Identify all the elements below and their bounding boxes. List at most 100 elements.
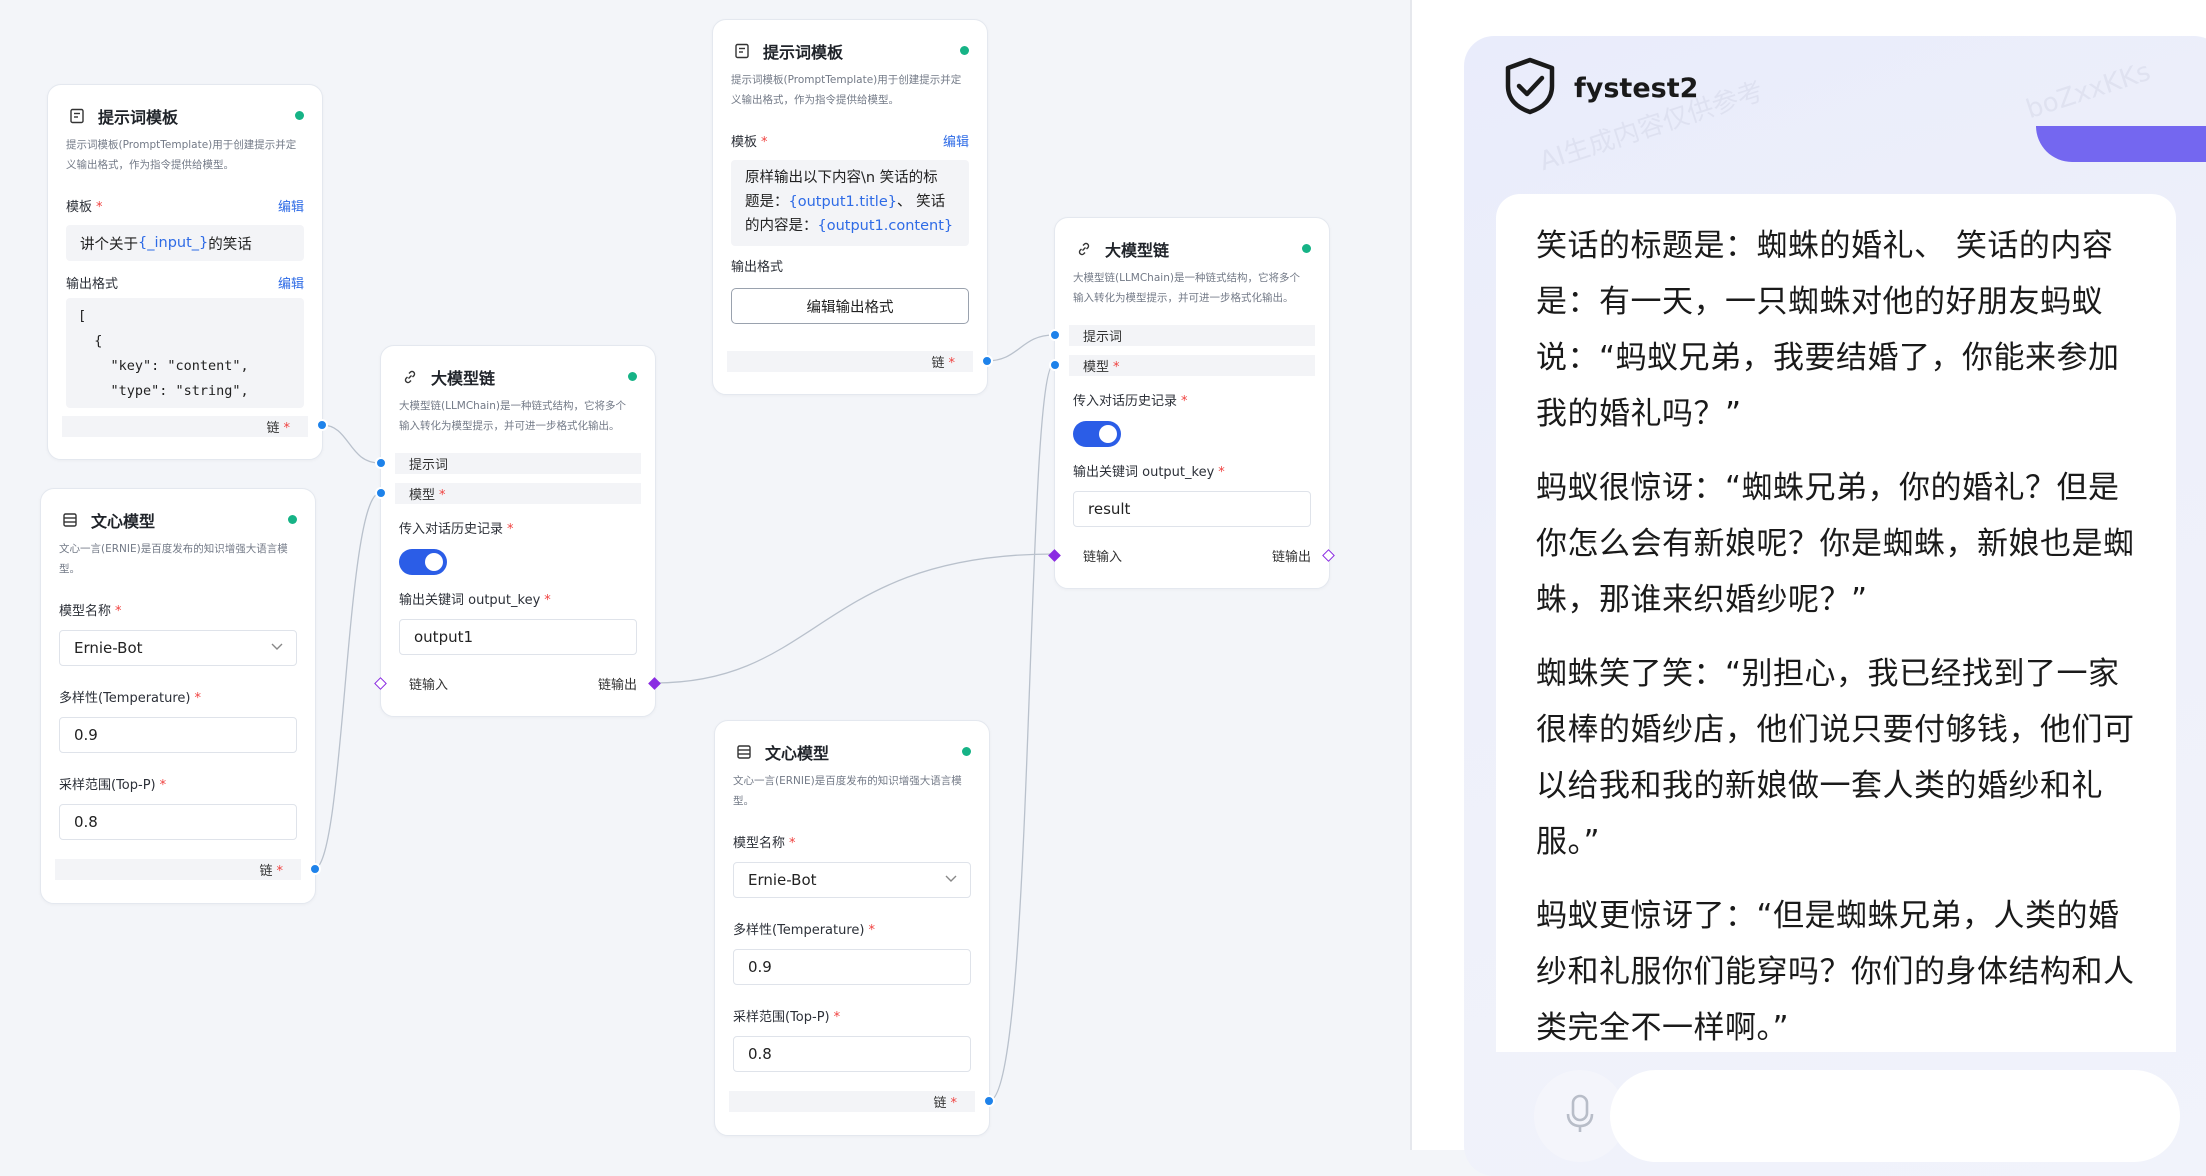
- output-format-label: 输出格式: [66, 277, 119, 292]
- prompt-template-node[interactable]: 提示词模板 提示词模板(PromptTemplate)用于创建提示并定义输出格式…: [712, 19, 993, 395]
- history-toggle[interactable]: [1073, 421, 1121, 447]
- history-label: 传入对话历史记录 *: [399, 522, 514, 537]
- document-icon: [66, 105, 88, 127]
- chain-port-label: 链 *: [933, 1096, 957, 1111]
- template-preview[interactable]: 讲个关于 {_input_} 的笑话: [66, 225, 304, 261]
- chevron-down-icon: [270, 639, 284, 657]
- message-paragraph: 蚂蚁很惊讶：“蜘蛛兄弟，你的婚礼？但是你怎么会有新娘呢？你是蜘蛛，新娘也是蜘蛛，…: [1536, 470, 2135, 618]
- template-preview[interactable]: 原样输出以下内容\n 笑话的标 题是：{output1.title}、 笑话 的…: [731, 160, 969, 246]
- bot-message-bubble: 笑话的标题是：蜘蛛的婚礼、 笑话的内容是：有一天，一只蜘蛛对他的好朋友蚂蚁说：“…: [1496, 194, 2176, 1052]
- chain-output-port[interactable]: [983, 1095, 995, 1107]
- microphone-icon: [1565, 1094, 1595, 1138]
- status-dot: [628, 372, 637, 381]
- temperature-input[interactable]: 0.9: [59, 717, 297, 753]
- chain-output-port-row: 链 *: [727, 351, 973, 372]
- status-dot: [962, 747, 971, 756]
- llm-chain-node[interactable]: 大模型链 大模型链(LLMChain)是一种链式结构，它将多个输入转化为模型提示…: [374, 345, 661, 717]
- output-format-code[interactable]: [ { "key": "content", "type": "string",: [66, 298, 304, 408]
- output-key-input[interactable]: output1: [399, 619, 637, 655]
- model-input-port[interactable]: [375, 487, 387, 499]
- chain-io-row: 链输入 链输出: [409, 678, 637, 693]
- node-title: 大模型链: [1105, 241, 1170, 260]
- edit-template-link[interactable]: 编辑: [943, 131, 969, 150]
- wenxin-model-node[interactable]: 文心模型 文心一言(ERNIE)是百度发布的知识增强大语言模型。 模型名称 * E…: [714, 720, 995, 1136]
- chain-port-label: 链 *: [266, 421, 290, 436]
- top-p-input[interactable]: 0.8: [733, 1036, 971, 1072]
- document-icon: [731, 40, 753, 62]
- prompt-port-row: 提示词: [395, 453, 641, 474]
- shield-check-icon: [1502, 56, 1558, 120]
- chat-preview: AI生成内容仅供参考 boZxxKKs fystest2 笑话的标题是：蜘蛛的婚…: [1464, 36, 2206, 1176]
- model-name-select[interactable]: Ernie-Bot: [733, 862, 971, 898]
- message-paragraph: 蜘蛛笑了笑：“别担心，我已经找到了一家很棒的婚纱店，他们说只要付够钱，他们可以给…: [1536, 656, 2135, 860]
- link-icon: [1073, 238, 1095, 260]
- model-port-row: 模型 *: [395, 483, 641, 504]
- output-key-input[interactable]: result: [1073, 491, 1311, 527]
- status-dot: [295, 111, 304, 120]
- database-icon: [733, 741, 755, 763]
- chain-port-label: 链 *: [931, 356, 955, 371]
- top-p-input[interactable]: 0.8: [59, 804, 297, 840]
- node-description: 提示词模板(PromptTemplate)用于创建提示并定义输出格式，作为指令提…: [66, 139, 297, 171]
- node-description: 文心一言(ERNIE)是百度发布的知识增强大语言模型。: [59, 543, 288, 575]
- node-title: 文心模型: [91, 512, 156, 531]
- node-description: 文心一言(ERNIE)是百度发布的知识增强大语言模型。: [733, 775, 962, 807]
- node-title: 大模型链: [431, 369, 496, 388]
- node-description: 大模型链(LLMChain)是一种链式结构，它将多个输入转化为模型提示，并可进一…: [1073, 272, 1300, 304]
- chat-input[interactable]: [1610, 1070, 2180, 1162]
- temperature-label: 多样性(Temperature) *: [59, 691, 201, 706]
- template-variable: {output1.content}: [817, 218, 954, 234]
- database-icon: [59, 509, 81, 531]
- top-p-label: 采样范围(Top-P) *: [59, 778, 167, 793]
- chain-output-port[interactable]: [309, 863, 321, 875]
- chain-output-port-row: 链 *: [729, 1091, 975, 1112]
- model-port-row: 模型 *: [1069, 355, 1315, 376]
- flow-canvas[interactable]: 提示词模板 提示词模板(PromptTemplate)用于创建提示并定义输出格式…: [0, 0, 1410, 1150]
- message-paragraph: 笑话的标题是：蜘蛛的婚礼、 笑话的内容是：有一天，一只蜘蛛对他的好朋友蚂蚁说：“…: [1536, 228, 2120, 432]
- node-title: 提示词模板: [763, 43, 844, 62]
- prompt-port-row: 提示词: [1069, 325, 1315, 346]
- chain-output-port[interactable]: [981, 355, 993, 367]
- temperature-input[interactable]: 0.9: [733, 949, 971, 985]
- status-dot: [288, 515, 297, 524]
- bot-name: fystest2: [1574, 72, 1699, 104]
- node-description: 大模型链(LLMChain)是一种链式结构，它将多个输入转化为模型提示，并可进一…: [399, 400, 626, 432]
- wenxin-model-node[interactable]: 文心模型 文心一言(ERNIE)是百度发布的知识增强大语言模型。 模型名称 * E…: [40, 488, 321, 904]
- message-paragraph: 蚂蚁更惊讶了：“但是蜘蛛兄弟，人类的婚纱和礼服你们能穿吗？你们的身体结构和人类完…: [1536, 898, 2135, 1046]
- history-toggle[interactable]: [399, 549, 447, 575]
- output-key-label: 输出关键词 output_key *: [1073, 465, 1225, 480]
- temperature-label: 多样性(Temperature) *: [733, 923, 875, 938]
- prompt-input-port[interactable]: [1049, 329, 1061, 341]
- prompt-input-port[interactable]: [375, 457, 387, 469]
- edit-output-format-link[interactable]: 编辑: [278, 273, 304, 292]
- link-icon: [399, 366, 421, 388]
- template-variable: {_input_}: [138, 235, 209, 251]
- template-label: 模板 *: [731, 135, 768, 150]
- edit-output-format-button[interactable]: 编辑输出格式: [731, 288, 969, 324]
- chain-io-row: 链输入 链输出: [1083, 550, 1311, 565]
- prompt-template-node[interactable]: 提示词模板 提示词模板(PromptTemplate)用于创建提示并定义输出格式…: [47, 84, 328, 460]
- model-name-label: 模型名称 *: [733, 836, 796, 851]
- template-label: 模板 *: [66, 200, 103, 215]
- top-p-label: 采样范围(Top-P) *: [733, 1010, 841, 1025]
- chain-output-port-row: 链 *: [55, 859, 301, 880]
- model-input-port[interactable]: [1049, 359, 1061, 371]
- chain-output-port[interactable]: [316, 419, 328, 431]
- node-description: 提示词模板(PromptTemplate)用于创建提示并定义输出格式，作为指令提…: [731, 74, 962, 106]
- node-title: 文心模型: [765, 744, 830, 763]
- edit-template-link[interactable]: 编辑: [278, 196, 304, 215]
- model-name-label: 模型名称 *: [59, 604, 122, 619]
- user-message-bubble: [2036, 126, 2206, 162]
- chain-output-port-row: 链 *: [62, 416, 308, 437]
- model-name-select[interactable]: Ernie-Bot: [59, 630, 297, 666]
- llm-chain-node[interactable]: 大模型链 大模型链(LLMChain)是一种链式结构，它将多个输入转化为模型提示…: [1048, 217, 1335, 589]
- status-dot: [960, 46, 969, 55]
- chain-port-label: 链 *: [259, 864, 283, 879]
- watermark-id: boZxxKKs: [2022, 56, 2155, 126]
- output-format-label: 输出格式: [731, 260, 784, 275]
- output-key-label: 输出关键词 output_key *: [399, 593, 551, 608]
- chat-header: fystest2: [1502, 56, 1699, 120]
- status-dot: [1302, 244, 1311, 253]
- node-title: 提示词模板: [98, 108, 179, 127]
- chevron-down-icon: [944, 871, 958, 889]
